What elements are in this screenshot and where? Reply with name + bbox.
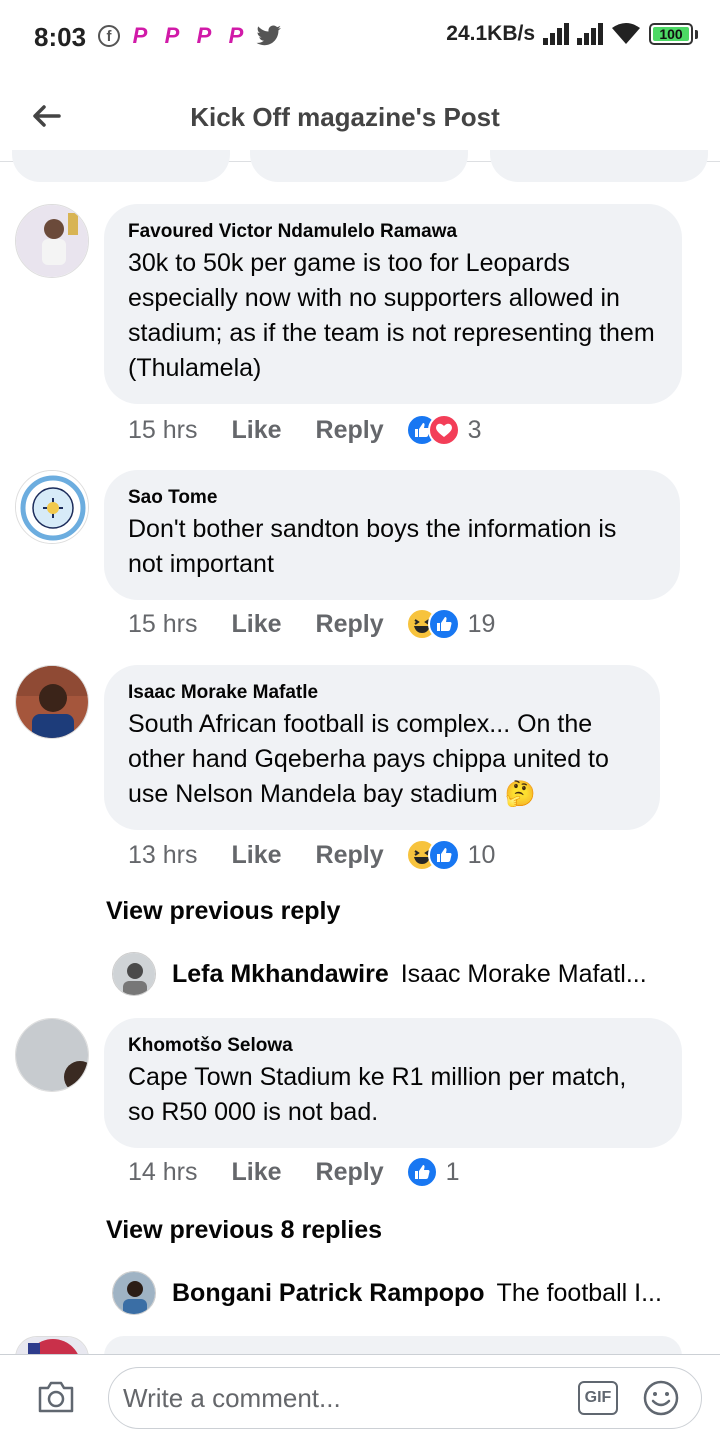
- reactions[interactable]: 3: [405, 414, 482, 446]
- p-app-notification-icon: P: [132, 23, 148, 48]
- reply-button[interactable]: Reply: [316, 841, 384, 870]
- battery-nub: [695, 29, 698, 39]
- comment-time: 14 hrs: [128, 1157, 198, 1186]
- comment-text: Cape Town Stadium ke R1 million per matc…: [128, 1063, 627, 1126]
- comment-bubble: Khomotšo Selowa Cape Town Stadium ke R1 …: [104, 1018, 682, 1148]
- avatar[interactable]: [15, 204, 89, 278]
- love-reaction-icon: [427, 414, 460, 446]
- twitter-notification-icon: [256, 25, 281, 46]
- camera-button[interactable]: [34, 1375, 78, 1419]
- reaction-count: 3: [467, 415, 482, 444]
- like-button[interactable]: Like: [231, 416, 281, 445]
- comment-text: South African football is complex... On …: [128, 710, 609, 808]
- reply-author: Bongani Patrick Rampopo: [172, 1278, 485, 1307]
- comment-text: 30k to 50k per game is too for Leopards …: [128, 249, 655, 382]
- notification-icons: f P P P P: [98, 23, 282, 48]
- like-reaction-icon: [427, 839, 460, 871]
- emoji-icon[interactable]: [642, 1379, 680, 1417]
- comment-author[interactable]: Isaac Morake Mafatle: [128, 681, 636, 705]
- previous-bubble-edge: [490, 150, 708, 182]
- reply-author: Lefa Mkhandawire: [172, 959, 389, 988]
- like-button[interactable]: Like: [231, 1158, 281, 1187]
- view-previous-reply-link[interactable]: View previous reply: [106, 897, 340, 926]
- reaction-count: 19: [467, 609, 496, 638]
- previous-bubble-edge: [250, 150, 468, 182]
- comment-actions: 14 hrs Like Reply 1: [128, 1156, 460, 1188]
- comment-actions: 13 hrs Like Reply 10: [128, 839, 495, 871]
- comment-author[interactable]: Favoured Victor Ndamulelo Ramawa: [128, 220, 658, 244]
- reply-button[interactable]: Reply: [316, 416, 384, 445]
- reaction-count: 10: [467, 840, 496, 869]
- signal-icon: [543, 23, 569, 45]
- status-right: 24.1KB/s 100: [446, 22, 698, 46]
- comment-actions: 15 hrs Like Reply 3: [128, 414, 482, 446]
- previous-bubble-edge: [12, 150, 230, 182]
- wifi-icon: [612, 23, 640, 44]
- reactions[interactable]: 19: [405, 608, 496, 640]
- reply-text: Isaac Morake Mafatl...: [400, 959, 647, 988]
- avatar[interactable]: [15, 1018, 89, 1092]
- camera-icon: [38, 1381, 74, 1413]
- reply-preview[interactable]: Bongani Patrick Rampopo The football I..…: [112, 1271, 682, 1315]
- status-bar: 8:03 f P P P P 24.1KB/s 100: [0, 0, 720, 72]
- avatar: [112, 952, 156, 996]
- post-header: Kick Off magazine's Post: [0, 72, 720, 162]
- like-button[interactable]: Like: [231, 841, 281, 870]
- comment-bubble: [104, 1336, 682, 1356]
- comment-bubble: Isaac Morake Mafatle South African footb…: [104, 665, 660, 830]
- status-time: 8:03: [34, 22, 87, 52]
- reply-button[interactable]: Reply: [316, 610, 384, 639]
- battery-level: 100: [659, 26, 683, 42]
- avatar[interactable]: [15, 470, 89, 544]
- avatar: [112, 1271, 156, 1315]
- p-app-notification-icon: P: [164, 23, 180, 48]
- p-app-notification-icon: P: [196, 23, 212, 48]
- comment-time: 15 hrs: [128, 609, 198, 638]
- like-button[interactable]: Like: [231, 610, 281, 639]
- like-reaction-icon: [427, 608, 460, 640]
- signal-icon: [577, 23, 603, 45]
- reply-preview[interactable]: Lefa Mkhandawire Isaac Morake Mafatl...: [112, 952, 682, 996]
- comment-actions: 15 hrs Like Reply 19: [128, 608, 495, 640]
- view-previous-replies-link[interactable]: View previous 8 replies: [106, 1216, 382, 1245]
- comment-bubble: Sao Tome Don't bother sandton boys the i…: [104, 470, 680, 600]
- comment-bubble: Favoured Victor Ndamulelo Ramawa 30k to …: [104, 204, 682, 404]
- like-reaction-icon: [405, 1156, 438, 1188]
- reply-button[interactable]: Reply: [316, 1158, 384, 1187]
- reactions[interactable]: 10: [405, 839, 496, 871]
- gif-button[interactable]: GIF: [578, 1381, 618, 1415]
- comment-composer: GIF: [0, 1354, 720, 1440]
- battery-icon: 100: [649, 23, 693, 45]
- reactions[interactable]: 1: [405, 1156, 460, 1188]
- page-title: Kick Off magazine's Post: [190, 102, 500, 132]
- comment-time: 13 hrs: [128, 840, 198, 869]
- network-speed: 24.1KB/s: [446, 22, 535, 45]
- facebook-notification-icon: f: [98, 25, 120, 47]
- comment-time: 15 hrs: [128, 415, 198, 444]
- reply-text: The football I...: [496, 1278, 662, 1307]
- comment-author[interactable]: Khomotšo Selowa: [128, 1034, 658, 1058]
- reaction-count: 1: [445, 1157, 460, 1186]
- comment-author[interactable]: Sao Tome: [128, 486, 656, 510]
- avatar[interactable]: [15, 665, 89, 739]
- p-app-notification-icon: P: [228, 23, 244, 48]
- comment-text: Don't bother sandton boys the informatio…: [128, 515, 617, 578]
